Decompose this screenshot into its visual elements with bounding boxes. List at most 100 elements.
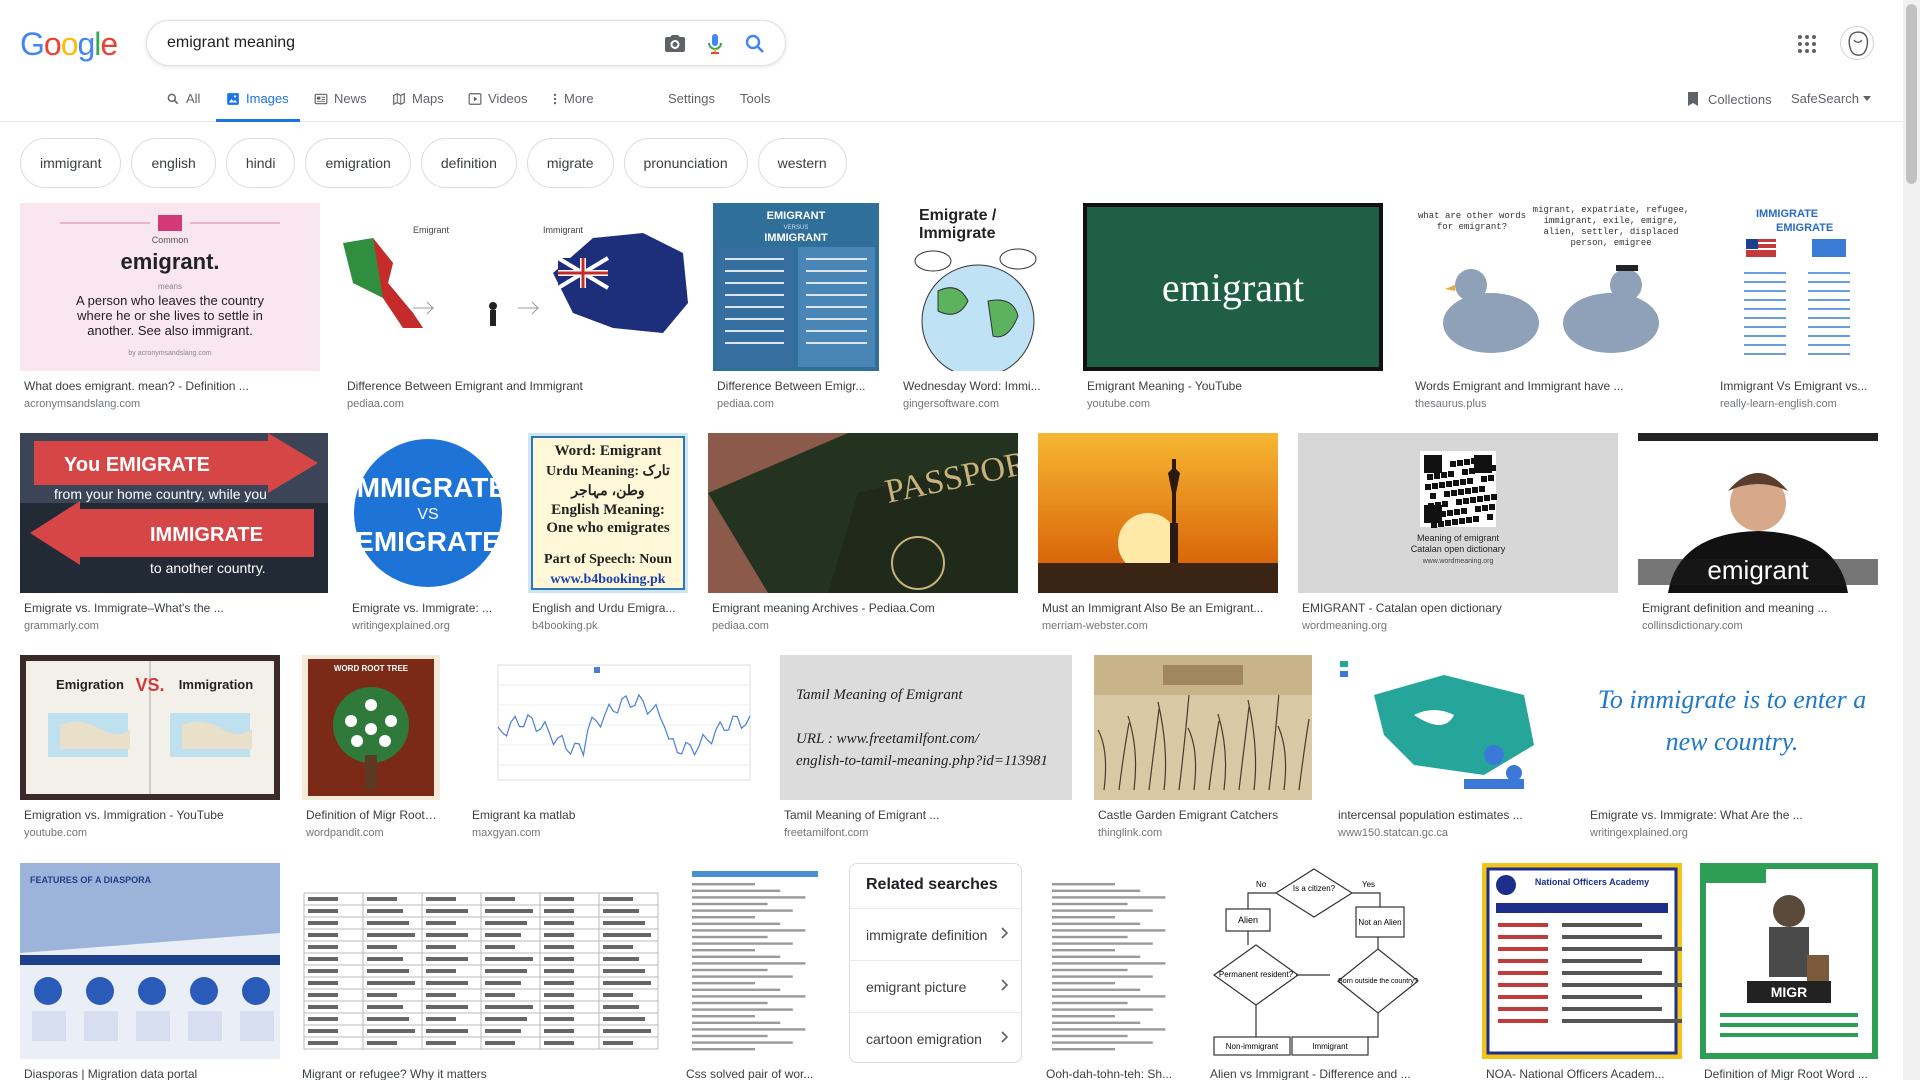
image-result[interactable]: PASSPORT Emigrant meaning Archives - Ped… [708, 433, 1018, 639]
result-site[interactable]: freetamilfont.com [784, 827, 1070, 839]
result-title[interactable]: Css solved pair of wor... [686, 1067, 826, 1080]
image-result[interactable]: Emigration VS. Immigration Emigration vs… [20, 655, 280, 846]
result-site[interactable]: writingexplained.org [352, 620, 506, 632]
camera-icon[interactable] [663, 32, 687, 56]
result-site[interactable]: collinsdictionary.com [1642, 620, 1876, 632]
result-thumbnail[interactable]: Is a citizen? No Yes Alien Not an Alien … [1206, 863, 1422, 1059]
image-result[interactable]: MIGR Definition of Migr Root Word ... [1700, 863, 1878, 1080]
image-result[interactable]: Must an Immigrant Also Be an Emigrant...… [1038, 433, 1278, 639]
image-result[interactable]: Castle Garden Emigrant Catchers thinglin… [1094, 655, 1312, 846]
result-site[interactable]: gingersoftware.com [903, 398, 1055, 410]
result-site[interactable]: maxgyan.com [472, 827, 758, 839]
result-title[interactable]: Alien vs Immigrant - Difference and ... [1210, 1067, 1420, 1080]
image-result[interactable]: FEATURES OF A DIASPORA Diasporas | Migra… [20, 863, 280, 1080]
image-result[interactable]: Css solved pair of wor... [682, 863, 828, 1080]
image-result[interactable]: Migrant or refugee? Why it matters [298, 863, 664, 1080]
collections-link[interactable]: Collections [1686, 91, 1772, 107]
result-thumbnail[interactable]: Word: Emigrant Urdu Meaning: تارک وطن، م… [528, 433, 688, 593]
result-site[interactable]: acronymsandslang.com [24, 398, 318, 410]
mic-icon[interactable] [703, 32, 727, 56]
apps-grid-icon[interactable] [1795, 32, 1819, 56]
result-title[interactable]: Castle Garden Emigrant Catchers [1098, 808, 1310, 822]
chip-migrate[interactable]: migrate [526, 138, 614, 188]
result-site[interactable]: youtube.com [24, 827, 278, 839]
result-thumbnail[interactable]: MIGR [1700, 863, 1878, 1059]
image-result[interactable]: emigrant Emigrant Meaning - YouTube yout… [1083, 203, 1383, 417]
result-thumbnail[interactable]: National Officers Academy [1482, 863, 1682, 1059]
google-logo[interactable]: Google [20, 26, 118, 63]
result-title[interactable]: Diasporas | Migration data portal [24, 1067, 278, 1080]
result-site[interactable]: wordmeaning.org [1302, 620, 1616, 632]
result-site[interactable]: wordpandit.com [306, 827, 438, 839]
chip-pronunciation[interactable]: pronunciation [623, 138, 748, 188]
image-result[interactable]: To immigrate is to enter a new country. … [1586, 655, 1878, 846]
result-site[interactable]: merriam-webster.com [1042, 620, 1276, 632]
image-result[interactable]: emigrant Emigrant definition and meaning… [1638, 433, 1878, 639]
result-title[interactable]: Emigration vs. Immigration - YouTube [24, 808, 278, 822]
chip-emigration[interactable]: emigration [305, 138, 411, 188]
image-result[interactable]: what are other words for emigrant? migra… [1411, 203, 1697, 417]
result-thumbnail[interactable]: To immigrate is to enter a new country. [1586, 655, 1878, 800]
safesearch-dropdown[interactable]: SafeSearch [1791, 91, 1871, 106]
result-site[interactable]: grammarly.com [24, 620, 326, 632]
tab-tools[interactable]: Tools [740, 86, 770, 122]
result-thumbnail[interactable] [1042, 863, 1188, 1059]
image-result[interactable]: EMIGRANT VERSUS IMMIGRANT Difference Bet… [713, 203, 879, 417]
result-title[interactable]: Definition of Migr Root Word ... [1704, 1067, 1876, 1080]
result-site[interactable]: youtube.com [1087, 398, 1381, 410]
result-title[interactable]: Difference Between Emigr... [717, 379, 877, 393]
result-title[interactable]: Emigrant meaning Archives - Pediaa.Com [712, 601, 1016, 615]
image-result[interactable]: Ooh-dah-tohn-teh: Sh... [1042, 863, 1188, 1080]
result-site[interactable]: pediaa.com [712, 620, 1016, 632]
image-result[interactable]: Emigrant ka matlab maxgyan.com [468, 655, 760, 846]
result-thumbnail[interactable]: IMMIGRATE VS EMIGRATE [348, 433, 508, 593]
tab-all[interactable]: All [166, 86, 206, 122]
result-thumbnail[interactable]: IMMIGRATE EMIGRATE [1716, 203, 1878, 371]
result-thumbnail[interactable]: emigrant [1638, 433, 1878, 593]
result-thumbnail[interactable]: PASSPORT [708, 433, 1018, 593]
tab-more[interactable]: More [552, 86, 602, 122]
result-title[interactable]: Emigrate vs. Immigrate: What Are the ... [1590, 808, 1876, 822]
chip-definition[interactable]: definition [420, 138, 517, 188]
result-title[interactable]: English and Urdu Emigra... [532, 601, 686, 615]
result-title[interactable]: Emigrate vs. Immigrate–What's the ... [24, 601, 326, 615]
result-title[interactable]: EMIGRANT - Catalan open dictionary [1302, 601, 1616, 615]
result-site[interactable]: writingexplained.org [1590, 827, 1876, 839]
chip-immigrant[interactable]: immigrant [20, 138, 122, 188]
result-title[interactable]: Emigrant Meaning - YouTube [1087, 379, 1381, 393]
image-result[interactable]: Meaning of emigrant Catalan open diction… [1298, 433, 1618, 639]
result-title[interactable]: Definition of Migr Root ... [306, 808, 438, 822]
tab-videos[interactable]: Videos [468, 86, 532, 122]
search-input[interactable] [167, 32, 637, 54]
search-box[interactable] [146, 20, 786, 66]
result-site[interactable]: really-learn-english.com [1720, 398, 1876, 410]
search-icon[interactable] [743, 32, 767, 56]
result-thumbnail[interactable]: EMIGRANT VERSUS IMMIGRANT [713, 203, 879, 371]
result-thumbnail[interactable]: Emigrate / Immigrate [899, 203, 1057, 371]
image-result[interactable]: Emigrant Immigrant Difference Between Em… [343, 203, 693, 417]
image-result[interactable]: Tamil Meaning of Emigrant URL : www.free… [780, 655, 1072, 846]
result-thumbnail[interactable]: Emigrant Immigrant [343, 203, 693, 371]
result-thumbnail[interactable] [1038, 433, 1278, 593]
result-thumbnail[interactable]: what are other words for emigrant? migra… [1411, 203, 1697, 371]
result-thumbnail[interactable] [1334, 655, 1566, 800]
image-result[interactable]: Emigrate / Immigrate Wednesday Word: Imm… [899, 203, 1057, 417]
result-title[interactable]: Words Emigrant and Immigrant have ... [1415, 379, 1695, 393]
result-site[interactable]: b4booking.pk [532, 620, 686, 632]
image-result[interactable]: Word: Emigrant Urdu Meaning: تارک وطن، م… [528, 433, 688, 639]
image-result[interactable]: IMMIGRATE EMIGRATE Immigrant Vs Emigrant… [1716, 203, 1878, 417]
related-search-item[interactable]: emigrant picture [850, 960, 1021, 1012]
result-title[interactable]: intercensal population estimates ... [1338, 808, 1564, 822]
related-search-item[interactable]: cartoon emigration [850, 1012, 1021, 1064]
scrollbar-thumb[interactable] [1906, 4, 1917, 184]
image-result[interactable]: National Officers Academy NOA- National … [1482, 863, 1682, 1080]
result-thumbnail[interactable]: Common emigrant. means A person who leav… [20, 203, 320, 371]
result-title[interactable]: Immigrant Vs Emigrant vs... [1720, 379, 1876, 393]
chip-western[interactable]: western [757, 138, 847, 188]
result-title[interactable]: Migrant or refugee? Why it matters [302, 1067, 662, 1080]
result-thumbnail[interactable]: Tamil Meaning of Emigrant URL : www.free… [780, 655, 1072, 800]
result-site[interactable]: www150.statcan.gc.ca [1338, 827, 1564, 839]
result-title[interactable]: What does emigrant. mean? - Definition .… [24, 379, 318, 393]
image-result[interactable]: intercensal population estimates ... www… [1334, 655, 1566, 846]
result-title[interactable]: NOA- National Officers Academ... [1486, 1067, 1680, 1080]
